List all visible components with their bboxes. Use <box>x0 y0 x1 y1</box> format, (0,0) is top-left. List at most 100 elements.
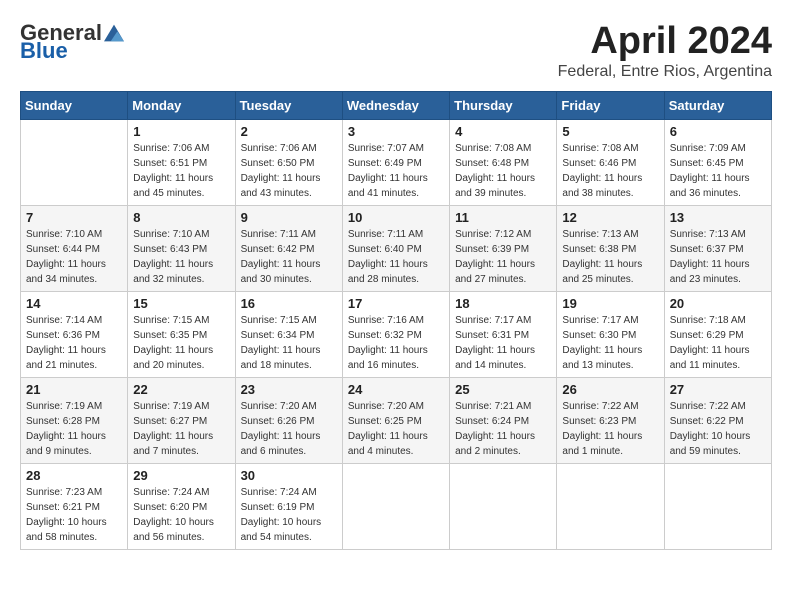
month-title: April 2024 <box>558 20 772 63</box>
day-info: Sunrise: 7:09 AMSunset: 6:45 PMDaylight:… <box>670 141 766 201</box>
day-number: 25 <box>455 382 551 397</box>
calendar-cell: 3 Sunrise: 7:07 AMSunset: 6:49 PMDaylight… <box>342 120 449 206</box>
day-number: 1 <box>133 124 229 139</box>
page-header: General Blue April 2024 Federal, Entre R… <box>20 20 772 81</box>
calendar-cell: 19 Sunrise: 7:17 AMSunset: 6:30 PMDayligh… <box>557 292 664 378</box>
day-info: Sunrise: 7:23 AMSunset: 6:21 PMDaylight:… <box>26 485 122 545</box>
header-saturday: Saturday <box>664 92 771 120</box>
day-info: Sunrise: 7:22 AMSunset: 6:22 PMDaylight:… <box>670 399 766 459</box>
day-number: 10 <box>348 210 444 225</box>
day-info: Sunrise: 7:08 AMSunset: 6:48 PMDaylight:… <box>455 141 551 201</box>
day-number: 19 <box>562 296 658 311</box>
calendar-cell: 4Sunrise: 7:08 AMSunset: 6:48 PMDaylight… <box>450 120 557 206</box>
day-number: 5 <box>562 124 658 139</box>
day-number: 24 <box>348 382 444 397</box>
day-info: Sunrise: 7:13 AMSunset: 6:38 PMDaylight:… <box>562 227 658 287</box>
day-info: Sunrise: 7:18 AMSunset: 6:29 PMDaylight:… <box>670 313 766 373</box>
logo: General Blue <box>20 20 124 64</box>
day-info: Sunrise: 7:20 AMSunset: 6:26 PMDaylight:… <box>241 399 337 459</box>
day-info: Sunrise: 7:24 AMSunset: 6:20 PMDaylight:… <box>133 485 229 545</box>
day-info: Sunrise: 7:24 AMSunset: 6:19 PMDaylight:… <box>241 485 337 545</box>
title-area: April 2024 Federal, Entre Rios, Argentin… <box>558 20 772 81</box>
day-info: Sunrise: 7:20 AMSunset: 6:25 PMDaylight:… <box>348 399 444 459</box>
day-number: 12 <box>562 210 658 225</box>
day-info: Sunrise: 7:17 AMSunset: 6:31 PMDaylight:… <box>455 313 551 373</box>
calendar-cell: 11 Sunrise: 7:12 AMSunset: 6:39 PMDayligh… <box>450 206 557 292</box>
day-number: 14 <box>26 296 122 311</box>
day-info: Sunrise: 7:19 AMSunset: 6:28 PMDaylight:… <box>26 399 122 459</box>
header-thursday: Thursday <box>450 92 557 120</box>
day-info: Sunrise: 7:10 AMSunset: 6:43 PMDaylight:… <box>133 227 229 287</box>
day-number: 27 <box>670 382 766 397</box>
day-number: 7 <box>26 210 122 225</box>
calendar-cell: 12 Sunrise: 7:13 AMSunset: 6:38 PMDayligh… <box>557 206 664 292</box>
header-tuesday: Tuesday <box>235 92 342 120</box>
day-info: Sunrise: 7:17 AMSunset: 6:30 PMDaylight:… <box>562 313 658 373</box>
day-number: 20 <box>670 296 766 311</box>
calendar-cell: 10 Sunrise: 7:11 AMSunset: 6:40 PMDayligh… <box>342 206 449 292</box>
calendar-cell: 8 Sunrise: 7:10 AMSunset: 6:43 PMDaylight… <box>128 206 235 292</box>
calendar-cell: 17Sunrise: 7:16 AMSunset: 6:32 PMDayligh… <box>342 292 449 378</box>
calendar-cell: 28Sunrise: 7:23 AMSunset: 6:21 PMDayligh… <box>21 464 128 550</box>
calendar-cell: 7 Sunrise: 7:10 AMSunset: 6:44 PMDaylight… <box>21 206 128 292</box>
day-number: 13 <box>670 210 766 225</box>
calendar-cell: 2Sunrise: 7:06 AMSunset: 6:50 PMDaylight… <box>235 120 342 206</box>
day-number: 6 <box>670 124 766 139</box>
day-info: Sunrise: 7:15 AMSunset: 6:34 PMDaylight:… <box>241 313 337 373</box>
calendar-cell: 9 Sunrise: 7:11 AMSunset: 6:42 PMDaylight… <box>235 206 342 292</box>
day-number: 26 <box>562 382 658 397</box>
calendar-cell: 15Sunrise: 7:15 AMSunset: 6:35 PMDayligh… <box>128 292 235 378</box>
calendar-cell: 18 Sunrise: 7:17 AMSunset: 6:31 PMDayligh… <box>450 292 557 378</box>
calendar-cell: 27 Sunrise: 7:22 AMSunset: 6:22 PMDayligh… <box>664 378 771 464</box>
day-info: Sunrise: 7:13 AMSunset: 6:37 PMDaylight:… <box>670 227 766 287</box>
calendar-week-row: 21 Sunrise: 7:19 AMSunset: 6:28 PMDayligh… <box>21 378 772 464</box>
calendar-week-row: 14 Sunrise: 7:14 AMSunset: 6:36 PMDayligh… <box>21 292 772 378</box>
calendar-cell: 6 Sunrise: 7:09 AMSunset: 6:45 PMDaylight… <box>664 120 771 206</box>
calendar-header-row: SundayMondayTuesdayWednesdayThursdayFrid… <box>21 92 772 120</box>
logo-blue: Blue <box>20 38 68 64</box>
day-info: Sunrise: 7:14 AMSunset: 6:36 PMDaylight:… <box>26 313 122 373</box>
day-info: Sunrise: 7:16 AMSunset: 6:32 PMDaylight:… <box>348 313 444 373</box>
day-info: Sunrise: 7:11 AMSunset: 6:40 PMDaylight:… <box>348 227 444 287</box>
calendar-cell: 5 Sunrise: 7:08 AMSunset: 6:46 PMDaylight… <box>557 120 664 206</box>
day-number: 21 <box>26 382 122 397</box>
calendar-cell: 1Sunrise: 7:06 AMSunset: 6:51 PMDaylight… <box>128 120 235 206</box>
calendar-cell: 23 Sunrise: 7:20 AMSunset: 6:26 PMDayligh… <box>235 378 342 464</box>
calendar-cell: 22 Sunrise: 7:19 AMSunset: 6:27 PMDayligh… <box>128 378 235 464</box>
calendar-cell <box>557 464 664 550</box>
calendar-week-row: 7 Sunrise: 7:10 AMSunset: 6:44 PMDaylight… <box>21 206 772 292</box>
day-info: Sunrise: 7:12 AMSunset: 6:39 PMDaylight:… <box>455 227 551 287</box>
calendar-cell: 21 Sunrise: 7:19 AMSunset: 6:28 PMDayligh… <box>21 378 128 464</box>
calendar-cell: 14 Sunrise: 7:14 AMSunset: 6:36 PMDayligh… <box>21 292 128 378</box>
day-number: 22 <box>133 382 229 397</box>
day-number: 11 <box>455 210 551 225</box>
day-info: Sunrise: 7:10 AMSunset: 6:44 PMDaylight:… <box>26 227 122 287</box>
header-sunday: Sunday <box>21 92 128 120</box>
day-info: Sunrise: 7:07 AMSunset: 6:49 PMDaylight:… <box>348 141 444 201</box>
calendar-cell: 24 Sunrise: 7:20 AMSunset: 6:25 PMDayligh… <box>342 378 449 464</box>
header-friday: Friday <box>557 92 664 120</box>
header-monday: Monday <box>128 92 235 120</box>
calendar-cell: 20 Sunrise: 7:18 AMSunset: 6:29 PMDayligh… <box>664 292 771 378</box>
day-info: Sunrise: 7:08 AMSunset: 6:46 PMDaylight:… <box>562 141 658 201</box>
day-number: 29 <box>133 468 229 483</box>
day-number: 9 <box>241 210 337 225</box>
day-info: Sunrise: 7:19 AMSunset: 6:27 PMDaylight:… <box>133 399 229 459</box>
calendar-cell: 16 Sunrise: 7:15 AMSunset: 6:34 PMDayligh… <box>235 292 342 378</box>
day-number: 3 <box>348 124 444 139</box>
calendar-cell: 30Sunrise: 7:24 AMSunset: 6:19 PMDayligh… <box>235 464 342 550</box>
calendar-cell: 25 Sunrise: 7:21 AMSunset: 6:24 PMDayligh… <box>450 378 557 464</box>
calendar-table: SundayMondayTuesdayWednesdayThursdayFrid… <box>20 91 772 550</box>
logo-icon <box>104 23 124 43</box>
day-info: Sunrise: 7:22 AMSunset: 6:23 PMDaylight:… <box>562 399 658 459</box>
day-number: 23 <box>241 382 337 397</box>
day-info: Sunrise: 7:11 AMSunset: 6:42 PMDaylight:… <box>241 227 337 287</box>
day-number: 8 <box>133 210 229 225</box>
day-info: Sunrise: 7:21 AMSunset: 6:24 PMDaylight:… <box>455 399 551 459</box>
day-info: Sunrise: 7:06 AMSunset: 6:50 PMDaylight:… <box>241 141 337 201</box>
calendar-cell <box>342 464 449 550</box>
calendar-cell: 13 Sunrise: 7:13 AMSunset: 6:37 PMDayligh… <box>664 206 771 292</box>
day-number: 18 <box>455 296 551 311</box>
day-number: 16 <box>241 296 337 311</box>
calendar-cell <box>450 464 557 550</box>
